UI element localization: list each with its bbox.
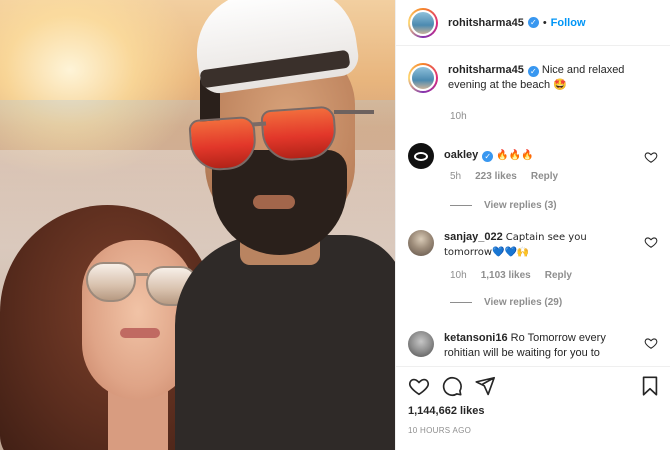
verified-badge-icon: ✓: [527, 17, 539, 28]
instagram-post: rohitsharma45 ✓ • Follow rohitsharma45 ✓ …: [0, 0, 670, 450]
post-side-panel: rohitsharma45 ✓ • Follow rohitsharma45 ✓ …: [395, 0, 670, 450]
replies-divider: [450, 302, 472, 303]
caption-text-block: rohitsharma45 ✓ Nice and relaxed evening …: [448, 63, 653, 93]
avatar[interactable]: [408, 7, 438, 38]
comment-item: oakley ✓ 🔥🔥🔥 5h 223 likes Reply View repl…: [408, 143, 666, 211]
woman-lips: [120, 328, 160, 338]
comment-username[interactable]: sanjay_022: [444, 231, 503, 243]
view-replies-button[interactable]: View replies (3): [450, 200, 557, 211]
post-actions: 1,144,662 likes 10 HOURS AGO: [396, 366, 670, 450]
view-replies-button[interactable]: View replies (29): [450, 297, 562, 308]
sanjay-avatar[interactable]: [408, 230, 434, 256]
comment-username[interactable]: ketansoni16: [444, 332, 508, 344]
woman-sunglasses-left: [86, 262, 136, 302]
comment-time[interactable]: 10h: [450, 270, 467, 281]
heart-icon[interactable]: [408, 375, 430, 397]
comment-text-block: sanjay_022 Captain see you tomorrow💙💙🙌: [444, 230, 634, 260]
caption-time[interactable]: 10h: [450, 111, 467, 122]
share-icon[interactable]: [474, 375, 496, 397]
comment-username[interactable]: oakley: [444, 149, 478, 161]
comment-meta: 10h 1,103 likes Reply: [450, 270, 572, 281]
comment-meta: 5h 223 likes Reply: [450, 171, 558, 182]
comment-like-heart-icon[interactable]: [644, 150, 658, 164]
comment-item: ketansoni16 Ro Tomorrow every rohitian w…: [408, 331, 666, 361]
oakley-avatar[interactable]: [408, 143, 434, 169]
posted-time[interactable]: 10 HOURS AGO: [408, 426, 471, 435]
post-photo[interactable]: [0, 0, 395, 450]
man-shirt: [175, 235, 395, 450]
comment-item: sanjay_022 Captain see you tomorrow💙💙🙌 1…: [408, 230, 666, 308]
comments-list[interactable]: rohitsharma45 ✓ Nice and relaxed evening …: [396, 47, 670, 365]
verified-badge-icon: ✓: [482, 151, 494, 162]
verified-badge-icon: ✓: [527, 66, 539, 77]
caption-avatar[interactable]: [408, 63, 438, 93]
post-caption: rohitsharma45 ✓ Nice and relaxed evening …: [408, 63, 658, 122]
comment-text: 🔥🔥🔥: [496, 150, 534, 161]
ketansoni-avatar[interactable]: [408, 331, 434, 357]
post-header: rohitsharma45 ✓ • Follow: [396, 0, 670, 46]
comment-text-block: ketansoni16 Ro Tomorrow every rohitian w…: [444, 331, 634, 361]
view-replies-label: View replies (3): [484, 200, 557, 211]
likes-count[interactable]: 1,144,662 likes: [408, 405, 484, 417]
comment-time[interactable]: 5h: [450, 171, 461, 182]
comment-like-heart-icon[interactable]: [644, 235, 658, 249]
comment-likes[interactable]: 1,103 likes: [481, 270, 531, 281]
reply-button[interactable]: Reply: [545, 270, 572, 281]
header-separator: •: [542, 16, 547, 29]
comment-icon[interactable]: [441, 375, 463, 397]
man-mouth: [253, 195, 295, 209]
man-sunglasses-temple: [334, 110, 374, 114]
follow-button[interactable]: Follow: [551, 17, 586, 29]
comment-likes[interactable]: 223 likes: [475, 171, 517, 182]
woman-sunglasses-bridge: [134, 273, 148, 276]
comment-like-heart-icon[interactable]: [644, 336, 658, 350]
bookmark-icon[interactable]: [639, 375, 661, 397]
replies-divider: [450, 205, 472, 206]
header-meta: rohitsharma45 ✓ • Follow: [448, 17, 586, 29]
comment-text-block: oakley ✓ 🔥🔥🔥: [444, 143, 634, 169]
view-replies-label: View replies (29): [484, 297, 563, 308]
reply-button[interactable]: Reply: [531, 171, 558, 182]
caption-username[interactable]: rohitsharma45: [448, 64, 524, 76]
header-username[interactable]: rohitsharma45: [448, 17, 524, 29]
